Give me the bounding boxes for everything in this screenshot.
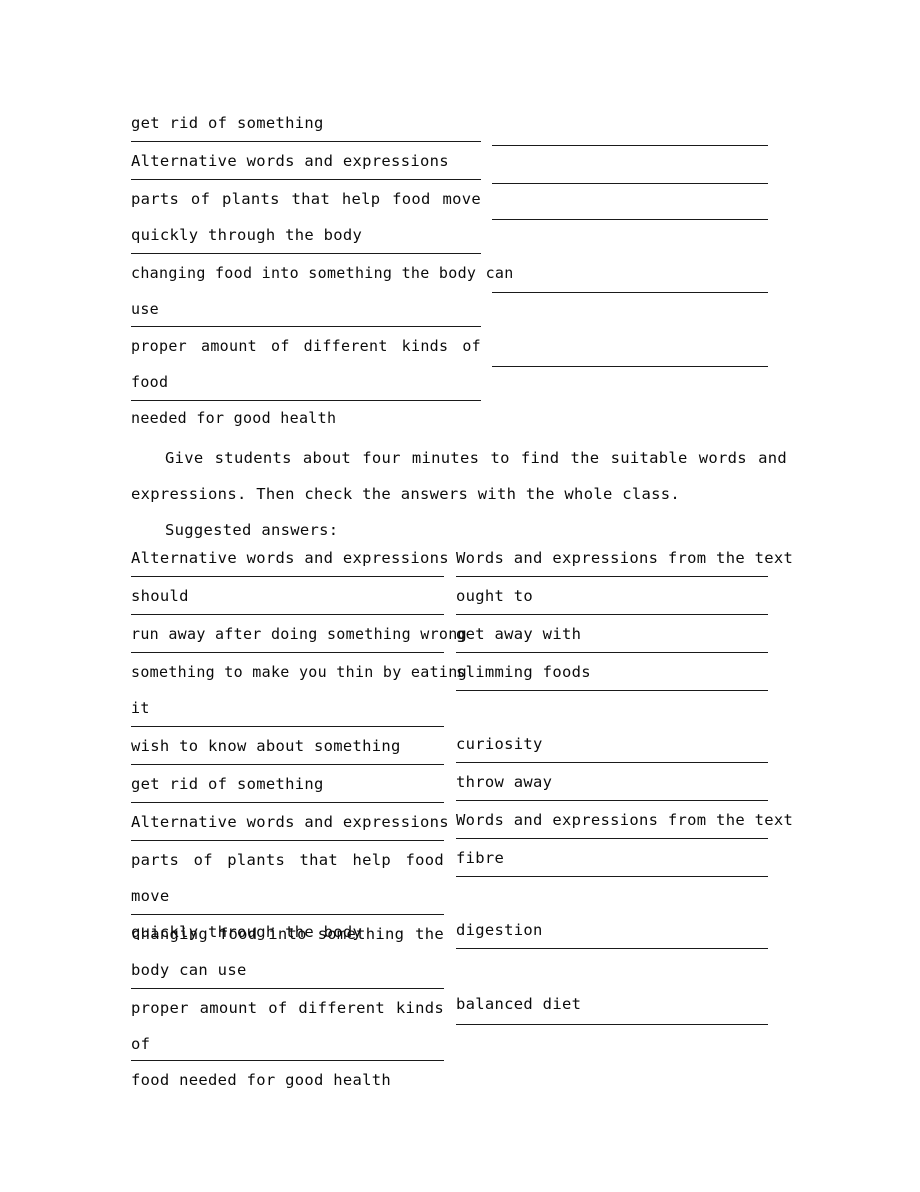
- row-rule: [131, 652, 444, 653]
- cell-text: needed for good health: [131, 409, 337, 427]
- row-rule: [131, 726, 444, 727]
- paragraph-line: expressions. Then check the answers with…: [131, 485, 681, 503]
- cell-text: quickly through the body: [131, 226, 363, 244]
- row-rule: [131, 576, 444, 577]
- header-text: Alternative words and expressions: [131, 549, 449, 567]
- cell-text: changing food into something the: [131, 925, 444, 943]
- cell-text: digestion: [456, 921, 543, 939]
- instruction-paragraph: Give students about four minutes to find…: [131, 440, 787, 512]
- table-row: balanced diet: [456, 986, 768, 1022]
- row-rule: [456, 690, 768, 691]
- cell-text: throw away: [456, 773, 553, 791]
- cell-text: balanced diet: [456, 995, 582, 1013]
- row-rule: [131, 988, 444, 989]
- table-header-cell: Words and expressions from the text: [456, 540, 794, 576]
- table-row: curiosity: [456, 726, 768, 762]
- row-rule: [131, 326, 481, 327]
- cell-text: proper amount of different kinds of food: [131, 337, 481, 391]
- cell-text: get rid of something: [131, 775, 324, 793]
- cell-text: parts of plants that help food move: [131, 851, 444, 905]
- row-rule: [456, 576, 768, 577]
- row-rule: [456, 838, 768, 839]
- table-row: something to make you thin by eating it: [131, 654, 467, 726]
- cell-text: it: [131, 699, 150, 717]
- table-row: get rid of something: [131, 766, 444, 802]
- row-rule: [131, 802, 444, 803]
- cell-text: Alternative words and expressions: [131, 152, 449, 170]
- table-row: changing food into something the body ca…: [131, 255, 514, 327]
- cell-text: parts of plants that help food move: [131, 190, 481, 208]
- row-rule: [131, 179, 481, 180]
- table-row: fibre: [456, 840, 768, 876]
- table-row: parts of plants that help food move quic…: [131, 181, 481, 253]
- table-header-cell: Alternative words and expressions: [131, 804, 449, 840]
- row-rule: [492, 219, 768, 220]
- cell-text: get rid of something: [131, 114, 324, 132]
- cell-text: body can use: [131, 961, 247, 979]
- cell-text: curiosity: [456, 735, 543, 753]
- cell-text: fibre: [456, 849, 505, 867]
- table-row: changing food into something the body ca…: [131, 916, 444, 988]
- cell-text: something to make you thin by eating: [131, 663, 467, 681]
- table-row: wish to know about something: [131, 728, 444, 764]
- table-row: get away with: [456, 616, 768, 652]
- table-row: digestion: [456, 912, 768, 948]
- table-row: proper amount of different kinds of food…: [131, 328, 481, 436]
- row-rule: [456, 614, 768, 615]
- cell-text: should: [131, 587, 189, 605]
- table-header-cell: Alternative words and expressions: [131, 540, 449, 576]
- document-page: get rid of something Alternative words a…: [0, 0, 920, 1192]
- cell-text: slimming foods: [456, 663, 591, 681]
- table-header-cell: Words and expressions from the text: [456, 802, 794, 838]
- header-text: Words and expressions from the text: [456, 549, 794, 567]
- table-row: run away after doing something wrong: [131, 616, 467, 652]
- row-rule: [131, 141, 481, 142]
- table-row: throw away: [456, 764, 768, 800]
- row-rule: [456, 876, 768, 877]
- table-row: should: [131, 578, 444, 614]
- cell-text: changing food into something the body ca…: [131, 264, 514, 282]
- row-rule: [456, 948, 768, 949]
- cell-text: wish to know about something: [131, 737, 401, 755]
- cell-text: get away with: [456, 625, 582, 643]
- cell-text: food needed for good health: [131, 1071, 392, 1089]
- table-row: ought to: [456, 578, 768, 614]
- cell-text: run away after doing something wrong: [131, 625, 467, 643]
- table-row: Alternative words and expressions: [131, 143, 481, 179]
- row-rule: [131, 1060, 444, 1061]
- row-rule: [456, 800, 768, 801]
- table-row: slimming foods: [456, 654, 768, 690]
- row-rule: [131, 914, 444, 915]
- row-rule: [456, 652, 768, 653]
- cell-text: proper amount of different kinds of: [131, 999, 444, 1053]
- header-text: Alternative words and expressions: [131, 813, 449, 831]
- row-rule: [131, 400, 481, 401]
- cell-text: use: [131, 300, 159, 318]
- table-row: proper amount of different kinds of food…: [131, 990, 444, 1098]
- row-rule: [492, 292, 768, 293]
- row-rule: [456, 762, 768, 763]
- cell-text: ought to: [456, 587, 534, 605]
- row-rule: [492, 145, 768, 146]
- row-rule: [492, 183, 768, 184]
- paragraph-line: Give students about four minutes to find…: [165, 449, 787, 467]
- row-rule: [131, 764, 444, 765]
- row-rule: [131, 840, 444, 841]
- header-text: Words and expressions from the text: [456, 811, 794, 829]
- row-rule: [456, 1024, 768, 1025]
- table-row: get rid of something: [131, 105, 481, 141]
- row-rule: [131, 253, 481, 254]
- row-rule: [131, 614, 444, 615]
- row-rule: [492, 366, 768, 367]
